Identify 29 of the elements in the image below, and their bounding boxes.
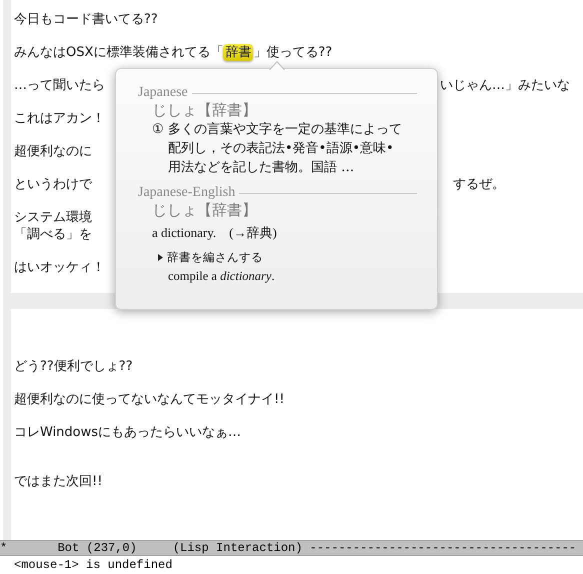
definition-number: ①: [152, 121, 164, 139]
text-fragment: 」使ってる??: [253, 45, 332, 60]
example-phrase: 辞書を編さんする: [167, 250, 263, 265]
section-title: Japanese: [138, 85, 188, 101]
text-fragment: いじゃん…」みたいな: [440, 78, 570, 94]
definition-text: 多くの言葉や文字を一定の基準によって配列し，その表記法•発音•語源•意味•用法などを記した書物。国語 …: [168, 121, 403, 177]
headword: じしょ【辞書】: [152, 101, 258, 120]
text-fragment: するぜ。: [452, 177, 505, 194]
text-line: ではまた次回!!: [14, 474, 102, 489]
echo-area-message: <mouse-1> is undefined: [13, 557, 174, 574]
text-line: 超便利なのに使ってないなんてモッタイナイ!!: [14, 392, 284, 406]
popup-pointer: [269, 61, 285, 70]
highlighted-word: 辞書: [223, 44, 254, 61]
disclosure-triangle-icon[interactable]: [158, 254, 163, 261]
text-fragment: みんなはOSXに標準装備されてる「: [14, 45, 224, 60]
text-line: コレWindowsにもあったらいいなぁ…: [14, 424, 242, 440]
text-line: 今日もコード書いてる??: [14, 12, 158, 27]
text-fragment: というわけで: [14, 177, 92, 194]
text-line: これはアカン！: [14, 111, 105, 126]
headword: じしょ【辞書】: [152, 201, 258, 220]
text-fragment: …って聞いたら: [14, 78, 105, 94]
text-line: 「調べる」を: [14, 226, 92, 242]
example-translation: compile a dictionary.: [168, 269, 276, 284]
text-line: どう??便利でしょ??: [14, 358, 133, 374]
text-line: システム環境: [14, 210, 92, 225]
text-line: はいオッケィ！: [14, 260, 105, 274]
translation-text: a dictionary. (→辞典): [152, 224, 278, 242]
text-line: 超便利なのに: [14, 144, 92, 159]
section-title: Japanese-English: [138, 185, 236, 201]
